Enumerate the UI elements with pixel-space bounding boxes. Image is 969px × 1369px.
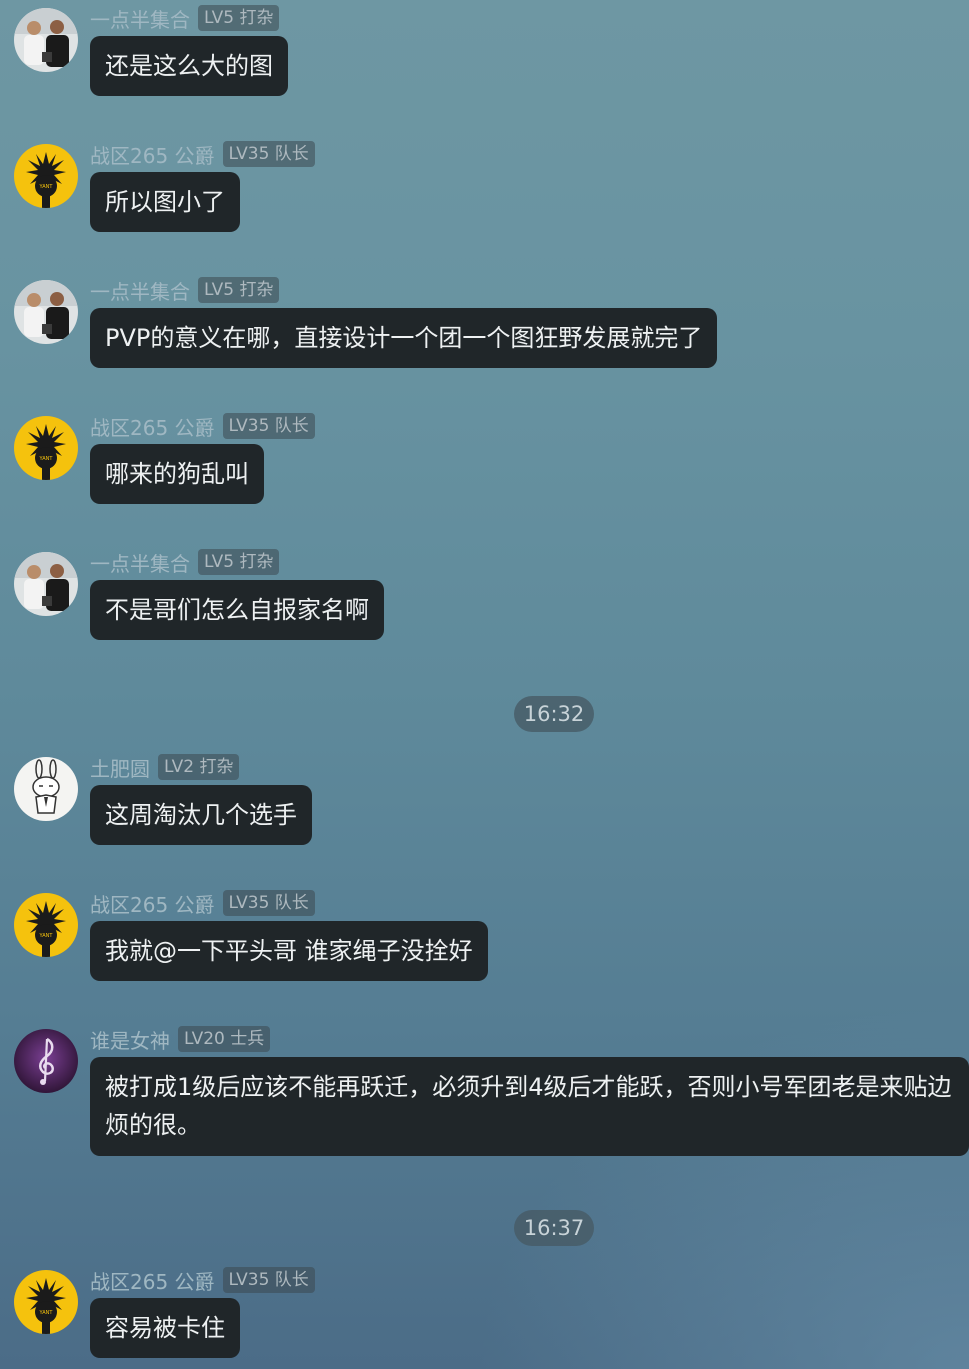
svg-text:YANT: YANT xyxy=(39,184,54,190)
yellow-tree-avatar-icon: YANT xyxy=(14,416,78,480)
user-avatar[interactable]: YANT xyxy=(14,893,78,957)
sender-name[interactable]: 土肥圆 xyxy=(90,753,150,782)
message-bubble: 我就@一下平头哥 谁家绳子没拴好 xyxy=(90,921,488,981)
user-avatar[interactable]: YANT xyxy=(14,416,78,480)
photo-avatar-icon xyxy=(14,552,78,616)
user-avatar[interactable]: YANT xyxy=(14,144,78,208)
photo-avatar-icon xyxy=(14,280,78,344)
level-badge: LV35 队长 xyxy=(222,413,315,439)
user-avatar[interactable]: YANT xyxy=(14,1270,78,1334)
level-badge: LV20 士兵 xyxy=(178,1026,271,1052)
message-bubble: 还是这么大的图 xyxy=(90,36,288,96)
photo-avatar-icon xyxy=(14,8,78,72)
message-bubble: 被打成1级后应该不能再跃迁，必须升到4级后才能跃，否则小号军团老是来贴边烦的很。 xyxy=(90,1057,969,1156)
sender-name[interactable]: 战区265 公爵 xyxy=(90,1266,215,1295)
user-avatar[interactable] xyxy=(14,1029,78,1093)
message-bubble: 这周淘汰几个选手 xyxy=(90,785,312,845)
yellow-tree-avatar-icon: YANT xyxy=(14,1270,78,1334)
svg-text:YANT: YANT xyxy=(39,456,54,462)
level-badge: LV35 队长 xyxy=(222,141,315,167)
timestamp-divider: 16:37 xyxy=(514,1210,594,1246)
yellow-tree-avatar-icon: YANT xyxy=(14,893,78,957)
sender-name[interactable]: 一点半集合 xyxy=(90,548,190,577)
user-avatar[interactable] xyxy=(14,280,78,344)
rabbit-avatar-icon xyxy=(14,757,78,821)
message-bubble: PVP的意义在哪，直接设计一个团一个图狂野发展就完了 xyxy=(90,308,718,368)
music-note-avatar-icon xyxy=(14,1029,78,1093)
level-badge: LV5 打杂 xyxy=(198,549,280,575)
sender-name[interactable]: 战区265 公爵 xyxy=(90,140,215,169)
message-bubble: 哪来的狗乱叫 xyxy=(90,444,264,504)
svg-text:YANT: YANT xyxy=(39,1310,54,1316)
sender-name[interactable]: 谁是女神 xyxy=(90,1025,170,1054)
message-bubble: 不是哥们怎么自报家名啊 xyxy=(90,580,384,640)
message-bubble: 所以图小了 xyxy=(90,172,240,232)
message-bubble: 容易被卡住 xyxy=(90,1298,240,1358)
timestamp-divider: 16:32 xyxy=(514,696,594,732)
level-badge: LV35 队长 xyxy=(222,1267,315,1293)
user-avatar[interactable] xyxy=(14,552,78,616)
sender-name[interactable]: 一点半集合 xyxy=(90,276,190,305)
svg-text:YANT: YANT xyxy=(39,933,54,939)
sender-name[interactable]: 战区265 公爵 xyxy=(90,889,215,918)
user-avatar[interactable] xyxy=(14,757,78,821)
user-avatar[interactable] xyxy=(14,8,78,72)
level-badge: LV2 打杂 xyxy=(158,754,240,780)
level-badge: LV35 队长 xyxy=(222,890,315,916)
level-badge: LV5 打杂 xyxy=(198,5,280,31)
level-badge: LV5 打杂 xyxy=(198,277,280,303)
chat-message-list: 一点半集合 LV5 打杂 还是这么大的图 YANT 战区265 公爵 LV35 … xyxy=(0,0,969,1369)
sender-name[interactable]: 一点半集合 xyxy=(90,4,190,33)
yellow-tree-avatar-icon: YANT xyxy=(14,144,78,208)
sender-name[interactable]: 战区265 公爵 xyxy=(90,412,215,441)
